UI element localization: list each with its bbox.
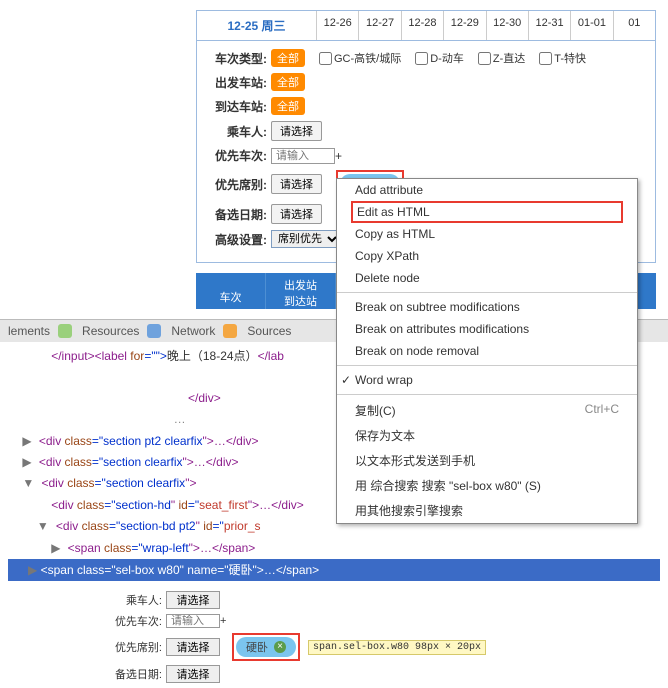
from-station-label: 出发车站: bbox=[207, 74, 267, 91]
sources-icon bbox=[223, 324, 237, 338]
all-badge[interactable]: 全部 bbox=[271, 49, 305, 67]
date-tab[interactable]: 12-29 bbox=[444, 11, 486, 40]
passenger-label: 乘车人: bbox=[110, 592, 162, 608]
col-train-no: 车次 bbox=[196, 273, 266, 309]
advanced-label: 高级设置: bbox=[207, 231, 267, 248]
alt-date-select-button[interactable]: 请选择 bbox=[271, 204, 322, 224]
form-snippet: 乘车人:请选择 优先车次: + 优先席别:请选择 硬卧× span.sel-bo… bbox=[110, 591, 668, 683]
passenger-select-button[interactable]: 请选择 bbox=[166, 591, 220, 609]
devtools-tab-resources[interactable]: Resources bbox=[82, 324, 139, 338]
ctx-search-combined[interactable]: 用 综合搜索 搜索 "sel-box w80" (S) bbox=[337, 473, 637, 498]
ctx-copy-xpath[interactable]: Copy XPath bbox=[337, 245, 637, 267]
train-type-opt[interactable]: Z-直达 bbox=[478, 50, 525, 66]
alt-date-label: 备选日期: bbox=[207, 206, 267, 223]
element-tooltip: span.sel-box.w80 98px × 20px bbox=[308, 640, 486, 655]
context-menu: Add attribute Edit as HTML Copy as HTML … bbox=[336, 178, 638, 524]
train-type-opt[interactable]: GC-高铁/城际 bbox=[319, 50, 401, 66]
date-tab[interactable]: 01 bbox=[614, 11, 655, 40]
train-type-opt[interactable]: T-特快 bbox=[539, 50, 586, 66]
ctx-save-as-text[interactable]: 保存为文本 bbox=[337, 423, 637, 448]
prior-train-label: 优先车次: bbox=[110, 613, 162, 629]
date-tab[interactable]: 12-31 bbox=[529, 11, 571, 40]
prior-seat-label: 优先席别: bbox=[207, 176, 267, 193]
ctx-break-removal[interactable]: Break on node removal bbox=[337, 340, 637, 362]
ctx-break-attributes[interactable]: Break on attributes modifications bbox=[337, 318, 637, 340]
add-icon[interactable]: + bbox=[335, 149, 342, 163]
ctx-copy-as-html[interactable]: Copy as HTML bbox=[337, 223, 637, 245]
passenger-select-button[interactable]: 请选择 bbox=[271, 121, 322, 141]
all-badge[interactable]: 全部 bbox=[271, 97, 305, 115]
resources-icon bbox=[58, 324, 72, 338]
prior-train-input[interactable] bbox=[166, 614, 220, 628]
ctx-delete-node[interactable]: Delete node bbox=[337, 267, 637, 289]
date-tab[interactable]: 12-28 bbox=[402, 11, 444, 40]
seat-pill[interactable]: 硬卧× bbox=[236, 637, 296, 657]
to-station-label: 到达车站: bbox=[207, 98, 267, 115]
prior-train-label: 优先车次: bbox=[207, 147, 267, 164]
date-tabs: 12-25 周三 12-26 12-27 12-28 12-29 12-30 1… bbox=[197, 11, 655, 41]
check-icon: ✓ bbox=[341, 373, 351, 387]
ctx-edit-as-html[interactable]: Edit as HTML bbox=[351, 201, 623, 223]
train-type-opt[interactable]: D-动车 bbox=[415, 50, 464, 66]
alt-date-label: 备选日期: bbox=[110, 666, 162, 682]
network-icon bbox=[147, 324, 161, 338]
train-type-label: 车次类型: bbox=[207, 50, 267, 67]
col-stations: 出发站到达站 bbox=[266, 273, 336, 309]
prior-train-input[interactable] bbox=[271, 148, 335, 164]
prior-seat-select-button[interactable]: 请选择 bbox=[166, 638, 220, 656]
devtools-tab-sources[interactable]: Sources bbox=[247, 324, 291, 338]
passenger-label: 乘车人: bbox=[207, 123, 267, 140]
advanced-select[interactable]: 席别优先 bbox=[271, 230, 341, 248]
ctx-search-other[interactable]: 用其他搜索引擎搜索 bbox=[337, 498, 637, 523]
ctx-copy[interactable]: 复制(C)Ctrl+C bbox=[337, 398, 637, 423]
ctx-send-to-phone[interactable]: 以文本形式发送到手机 bbox=[337, 448, 637, 473]
devtools-tab-network[interactable]: Network bbox=[171, 324, 215, 338]
ctx-break-subtree[interactable]: Break on subtree modifications bbox=[337, 296, 637, 318]
date-tab[interactable]: 12-26 bbox=[317, 11, 359, 40]
date-tab-current[interactable]: 12-25 周三 bbox=[197, 11, 317, 40]
date-tab[interactable]: 12-27 bbox=[359, 11, 401, 40]
date-tab[interactable]: 12-30 bbox=[487, 11, 529, 40]
ctx-add-attribute[interactable]: Add attribute bbox=[337, 179, 637, 201]
close-icon[interactable]: × bbox=[274, 641, 286, 653]
all-badge[interactable]: 全部 bbox=[271, 73, 305, 91]
prior-seat-select-button[interactable]: 请选择 bbox=[271, 174, 322, 194]
devtools-tab-elements[interactable]: lements bbox=[8, 324, 50, 338]
prior-seat-label: 优先席别: bbox=[110, 639, 162, 655]
alt-date-select-button[interactable]: 请选择 bbox=[166, 665, 220, 683]
add-icon[interactable]: + bbox=[220, 615, 226, 627]
ctx-word-wrap[interactable]: ✓Word wrap bbox=[337, 369, 637, 391]
date-tab[interactable]: 01-01 bbox=[571, 11, 613, 40]
